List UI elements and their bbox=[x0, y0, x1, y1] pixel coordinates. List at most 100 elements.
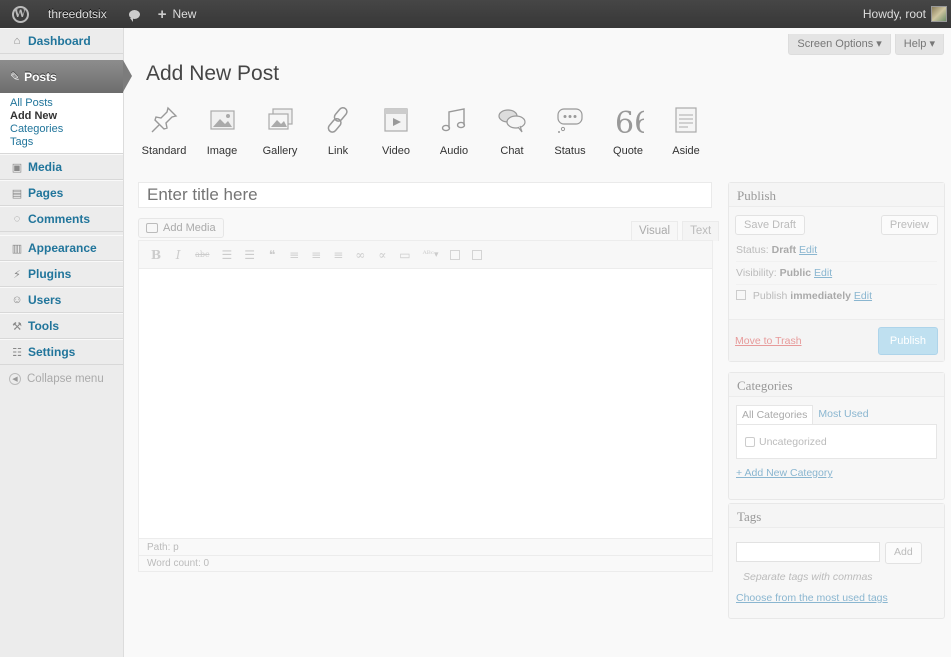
sidebar-item-media[interactable]: ▣ Media bbox=[0, 154, 123, 180]
submenu-tags[interactable]: Tags bbox=[10, 136, 123, 149]
admin-bar: W threedotsix + New Howdy, root bbox=[0, 0, 951, 28]
format-gallery[interactable]: Gallery bbox=[254, 104, 306, 157]
page-title: Add New Post bbox=[146, 62, 280, 85]
categories-box: Categories All Categories Most Used Unca… bbox=[728, 372, 945, 500]
tag-input[interactable] bbox=[736, 542, 880, 562]
submenu-categories[interactable]: Categories bbox=[10, 123, 123, 136]
insert-link-icon[interactable]: ∞ bbox=[355, 248, 365, 262]
screen-meta-tabs: Screen Options ▾ Help ▾ bbox=[788, 34, 944, 55]
comment-bubble-icon bbox=[128, 9, 140, 22]
account-menu[interactable]: Howdy, root bbox=[863, 6, 947, 22]
move-to-trash-link[interactable]: Move to Trash bbox=[735, 335, 802, 347]
edit-visibility-link[interactable]: Edit bbox=[814, 267, 832, 279]
format-standard[interactable]: Standard bbox=[138, 104, 190, 157]
appearance-icon: ▥ bbox=[11, 242, 23, 255]
bold-icon[interactable]: B bbox=[151, 248, 161, 262]
sidebar-item-comments[interactable]: ◌ Comments bbox=[0, 206, 123, 232]
post-title-input[interactable] bbox=[138, 182, 712, 208]
pushpin-icon: ✎ bbox=[10, 69, 21, 84]
publish-button[interactable]: Publish bbox=[877, 326, 938, 355]
sidebar-item-settings[interactable]: ☷ Settings bbox=[0, 339, 123, 365]
sidebar-item-label: Tools bbox=[28, 319, 60, 333]
align-right-icon[interactable]: ≡ bbox=[333, 248, 343, 262]
unlink-icon[interactable]: ∝ bbox=[377, 248, 387, 262]
kitchen-sink-icon[interactable] bbox=[472, 248, 483, 262]
sidebar-item-plugins[interactable]: ⚡ Plugins bbox=[0, 261, 123, 287]
format-video[interactable]: Video bbox=[370, 104, 422, 157]
format-chat[interactable]: Chat bbox=[486, 104, 538, 157]
sidebar-item-appearance[interactable]: ▥ Appearance bbox=[0, 235, 123, 261]
editor-content-area[interactable] bbox=[139, 269, 712, 539]
fullscreen-icon[interactable] bbox=[450, 248, 461, 262]
comments-link[interactable] bbox=[128, 9, 140, 22]
editor-path: Path: p bbox=[139, 538, 712, 555]
plus-icon: + bbox=[157, 5, 167, 23]
svg-text:66: 66 bbox=[615, 106, 644, 136]
help-button[interactable]: Help ▾ bbox=[894, 34, 944, 55]
site-name-link[interactable]: threedotsix bbox=[48, 7, 107, 21]
format-image[interactable]: Image bbox=[196, 104, 248, 157]
add-tag-button[interactable]: Add bbox=[885, 542, 922, 564]
tab-visual[interactable]: Visual bbox=[631, 221, 679, 241]
submenu-all-posts[interactable]: All Posts bbox=[10, 97, 123, 110]
link-icon bbox=[327, 106, 348, 133]
sidebar-item-users[interactable]: ☺ Users bbox=[0, 287, 123, 313]
tab-text[interactable]: Text bbox=[682, 221, 720, 241]
status-icon bbox=[557, 108, 583, 133]
format-quote[interactable]: 66 Quote bbox=[602, 104, 654, 157]
add-media-button[interactable]: Add Media bbox=[138, 218, 224, 238]
word-count: Word count: 0 bbox=[139, 555, 712, 571]
collapse-menu-button[interactable]: ◀ Collapse menu bbox=[0, 365, 123, 393]
format-label: Video bbox=[382, 145, 410, 157]
submenu-add-new[interactable]: Add New bbox=[10, 110, 123, 123]
blockquote-icon[interactable]: ❝ bbox=[267, 248, 277, 262]
schedule-label: Publish bbox=[752, 290, 788, 302]
preview-button[interactable]: Preview bbox=[880, 215, 938, 235]
edit-status-link[interactable]: Edit bbox=[799, 244, 817, 256]
comments-icon: ◌ bbox=[13, 213, 21, 225]
screen-options-button[interactable]: Screen Options ▾ bbox=[788, 34, 891, 55]
sidebar-item-dashboard[interactable]: ⌂ Dashboard bbox=[0, 28, 123, 54]
bullet-list-icon[interactable]: ☰ bbox=[222, 248, 233, 262]
format-link[interactable]: Link bbox=[312, 104, 364, 157]
format-aside[interactable]: Aside bbox=[660, 104, 712, 157]
format-label: Status bbox=[554, 145, 586, 157]
visibility-value: Public bbox=[779, 267, 812, 279]
new-content-link[interactable]: + New bbox=[158, 6, 197, 23]
spellcheck-icon[interactable]: ᴬᴮᶜ▾ bbox=[423, 248, 439, 262]
post-formats: Standard Image Gallery Link Video Audio … bbox=[138, 104, 718, 157]
align-center-icon[interactable]: ≡ bbox=[311, 248, 321, 262]
sidebar-item-label: Appearance bbox=[28, 241, 97, 255]
numbered-list-icon[interactable]: ☰ bbox=[244, 248, 255, 262]
format-audio[interactable]: Audio bbox=[428, 104, 480, 157]
sidebar-item-label: Users bbox=[28, 293, 62, 307]
format-status[interactable]: Status bbox=[544, 104, 596, 157]
sidebar-item-tools[interactable]: ⚒ Tools bbox=[0, 313, 123, 339]
sidebar-item-label: Pages bbox=[28, 186, 64, 200]
new-label: New bbox=[172, 7, 197, 21]
tab-most-used[interactable]: Most Used bbox=[813, 405, 873, 424]
save-draft-button[interactable]: Save Draft bbox=[735, 215, 805, 235]
plugins-icon: ⚡ bbox=[13, 268, 21, 281]
gallery-icon bbox=[268, 108, 293, 130]
edit-schedule-link[interactable]: Edit bbox=[854, 290, 872, 302]
choose-most-used-tags-link[interactable]: Choose from the most used tags bbox=[729, 586, 944, 610]
format-label: Link bbox=[327, 145, 349, 157]
wordpress-logo-icon[interactable]: W bbox=[6, 0, 34, 28]
media-icon: ▣ bbox=[11, 161, 23, 174]
more-tag-icon[interactable]: ▭ bbox=[399, 248, 410, 262]
sidebar-item-pages[interactable]: ▤ Pages bbox=[0, 180, 123, 206]
tag-hint: Separate tags with commas bbox=[743, 571, 873, 583]
editor-toolbar: B I abc ☰ ☰ ❝ ≡ ≡ ≡ ∞ ∝ ▭ ᴬᴮᶜ▾ bbox=[139, 241, 712, 269]
category-checkbox[interactable] bbox=[745, 436, 755, 447]
media-icon bbox=[146, 223, 158, 233]
sidebar-item-posts[interactable]: ✎ Posts bbox=[0, 60, 132, 93]
align-left-icon[interactable]: ≡ bbox=[289, 248, 299, 262]
sidebar-item-label: Plugins bbox=[28, 267, 72, 281]
add-new-category-link[interactable]: + Add New Category bbox=[729, 459, 944, 487]
sidebar-item-label: Comments bbox=[28, 212, 91, 226]
strikethrough-icon[interactable]: abc bbox=[195, 248, 209, 262]
posts-submenu: All Posts Add New Categories Tags bbox=[0, 93, 123, 154]
tab-all-categories[interactable]: All Categories bbox=[736, 405, 814, 424]
italic-icon[interactable]: I bbox=[173, 248, 183, 262]
